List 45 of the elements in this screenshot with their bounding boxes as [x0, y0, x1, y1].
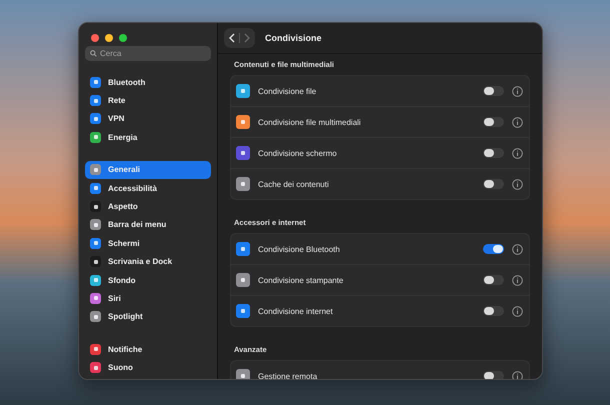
setting-label: Cache dei contenuti: [258, 180, 330, 188]
setting-label: Gestione remota: [258, 372, 318, 379]
zoom-button[interactable]: [119, 34, 127, 42]
setting-label: Condivisione stampante: [258, 276, 344, 284]
sidebar-item[interactable]: Sfondo: [85, 270, 211, 290]
toggle-switch[interactable]: [483, 371, 504, 379]
info-icon[interactable]: [512, 148, 523, 158]
info-icon[interactable]: [512, 244, 523, 254]
toggle-switch[interactable]: [483, 179, 504, 189]
sidebar-item[interactable]: Spotlight: [85, 308, 211, 326]
minimize-button[interactable]: [105, 34, 113, 42]
toggle-switch[interactable]: [483, 275, 504, 285]
sidebar-item[interactable]: Bluetooth: [85, 73, 211, 92]
setting-label: Condivisione internet: [258, 306, 334, 316]
setting-label: Condivisione Bluetooth: [258, 244, 341, 254]
info-icon[interactable]: [512, 178, 523, 190]
sidebar-item[interactable]: Energia: [85, 128, 211, 147]
info-icon[interactable]: [512, 86, 523, 96]
info-icon[interactable]: [512, 370, 523, 379]
sidebar-item[interactable]: Suono: [85, 358, 211, 377]
sidebar-item[interactable]: Notifiche: [85, 340, 211, 358]
sidebar-item[interactable]: Siri: [85, 289, 211, 308]
search-field[interactable]: Cerca: [85, 46, 211, 61]
setting-label: Condivisione file: [258, 86, 318, 96]
sidebar-item[interactable]: Scrivania e Dock: [85, 252, 211, 271]
info-icon[interactable]: [512, 306, 523, 316]
toggle-switch[interactable]: [483, 306, 504, 316]
toggle-switch[interactable]: [483, 244, 504, 254]
back-button[interactable]: [228, 33, 236, 43]
info-icon[interactable]: [512, 274, 523, 286]
info-icon[interactable]: [512, 116, 523, 128]
toggle-switch[interactable]: [483, 86, 504, 96]
setting-label: Condivisione file multimediali: [258, 118, 362, 126]
toggle-switch[interactable]: [483, 148, 504, 158]
sidebar-item[interactable]: Rete: [85, 91, 211, 110]
sidebar-item[interactable]: Schermi: [85, 234, 211, 253]
sidebar-item[interactable]: Accessibilità: [85, 178, 211, 198]
sidebar-item[interactable]: VPN: [85, 110, 211, 128]
sidebar-item[interactable]: Barra dei menu: [85, 216, 211, 234]
setting-label: Condivisione schermo: [258, 148, 338, 158]
sidebar-item[interactable]: Aspetto: [85, 197, 211, 216]
sidebar-item[interactable]: Generali: [85, 160, 211, 179]
window-title: Condivisione: [265, 33, 322, 43]
close-button[interactable]: [91, 34, 99, 42]
toggle-switch[interactable]: [483, 117, 504, 127]
